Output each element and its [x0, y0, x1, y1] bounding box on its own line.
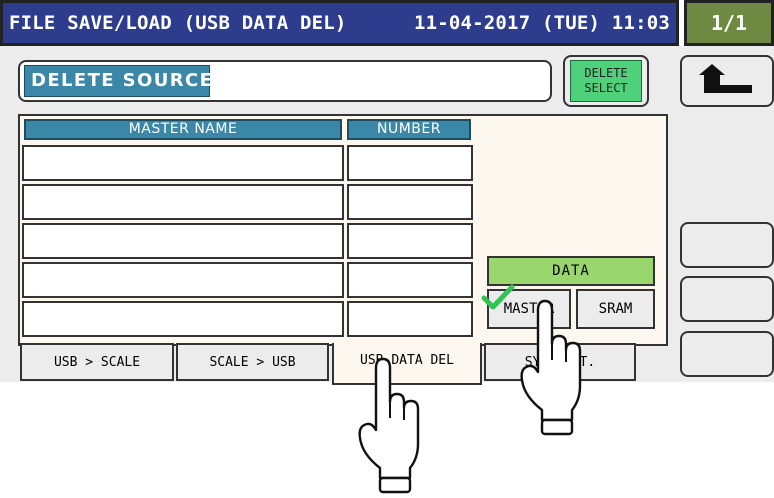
number-cell[interactable] [347, 262, 473, 298]
tab-usb-to-scale[interactable]: USB > SCALE [20, 343, 174, 381]
sram-option-label: SRAM [598, 301, 633, 317]
page-indicator: 1/1 [684, 0, 774, 46]
pointing-hand-icon [520, 299, 582, 436]
side-button-2[interactable] [680, 276, 774, 322]
side-button-1[interactable] [680, 222, 774, 268]
title-bar: FILE SAVE/LOAD (USB DATA DEL) 11-04-2017… [0, 0, 679, 46]
back-arrow-icon [699, 64, 752, 93]
master-name-cell[interactable] [22, 184, 344, 220]
master-name-cell[interactable] [22, 262, 344, 298]
column-header-number: NUMBER [347, 119, 471, 140]
tab-scale-to-usb[interactable]: SCALE > USB [176, 343, 329, 381]
delete-select-face[interactable]: DELETE SELECT [570, 60, 642, 102]
back-button[interactable] [680, 55, 774, 107]
number-cell[interactable] [347, 145, 473, 181]
number-cell[interactable] [347, 223, 473, 259]
side-button-3[interactable] [680, 331, 774, 377]
number-cell[interactable] [347, 301, 473, 337]
datetime: 11-04-2017 (TUE) 11:03 [413, 12, 670, 34]
pointing-hand-icon [358, 357, 420, 494]
delete-source-label: DELETE SOURCE [24, 65, 212, 97]
data-group-label: DATA [487, 256, 655, 286]
master-name-cell[interactable] [22, 145, 344, 181]
delete-select-line2: SELECT [584, 81, 628, 95]
master-name-cell[interactable] [22, 223, 344, 259]
number-cell[interactable] [347, 184, 473, 220]
checkmark-icon [481, 284, 515, 310]
column-header-master-name: MASTER NAME [24, 119, 342, 140]
master-name-cell[interactable] [22, 301, 344, 337]
delete-select-line1: DELETE [584, 66, 628, 80]
page-title: FILE SAVE/LOAD (USB DATA DEL) [9, 12, 347, 34]
